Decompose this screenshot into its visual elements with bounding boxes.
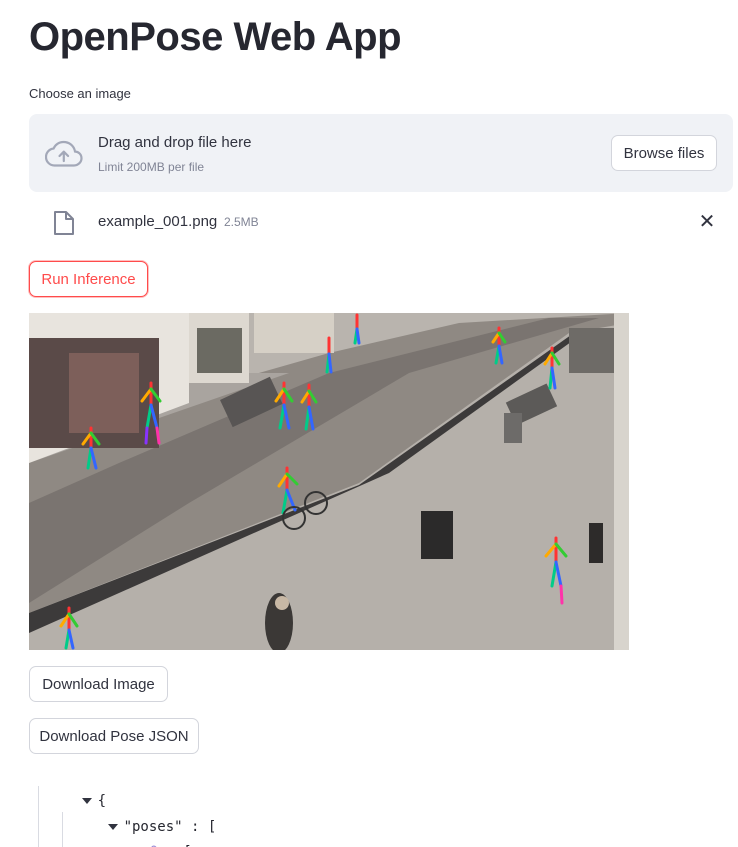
file-dropzone[interactable]: Drag and drop file here Limit 200MB per …: [29, 114, 733, 192]
dropzone-limit: Limit 200MB per file: [98, 160, 205, 174]
remove-file-button[interactable]: ✕: [694, 209, 720, 235]
page-title: OpenPose Web App: [29, 15, 402, 59]
file-icon: [54, 211, 74, 235]
uploader-label: Choose an image: [29, 86, 131, 101]
uploaded-file-size: 2.5MB: [224, 215, 259, 229]
json-root-line[interactable]: {: [31, 768, 106, 809]
download-pose-json-button[interactable]: Download Pose JSON: [29, 718, 199, 754]
json-poses-line[interactable]: "poses" : [: [57, 794, 216, 835]
json-viewer: { "poses" : [ 0 : [: [29, 766, 629, 847]
street-scene-illustration: [29, 313, 629, 650]
dropzone-title: Drag and drop file here: [98, 134, 252, 151]
browse-files-button[interactable]: Browse files: [611, 135, 717, 171]
app-page: OpenPose Web App Choose an image Drag an…: [0, 0, 738, 847]
uploaded-file-name: example_001.png: [98, 213, 218, 230]
uploaded-file-row: example_001.png 2.5MB ✕: [29, 204, 733, 240]
run-inference-button[interactable]: Run Inference: [29, 261, 148, 297]
download-image-button[interactable]: Download Image: [29, 666, 168, 702]
pose-result-image: [29, 313, 629, 650]
cloud-upload-icon: [45, 140, 83, 167]
json-index-line[interactable]: 0 : [: [83, 819, 192, 847]
